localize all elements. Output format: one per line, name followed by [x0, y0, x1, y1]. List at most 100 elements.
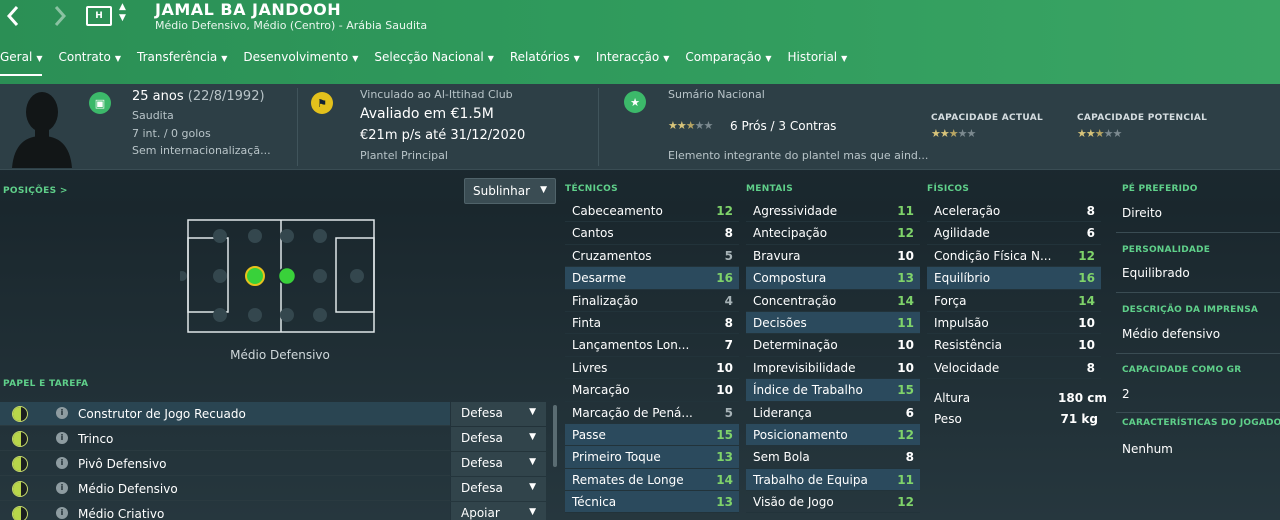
technical-attributes: Cabeceamento 12 Cantos 8 Cruzamentos 5 Desarme…: [565, 200, 739, 514]
attribute-row[interactable]: Cruzamentos 5: [565, 245, 739, 268]
attribute-row[interactable]: Finta 8: [565, 312, 739, 335]
attribute-row[interactable]: Compostura 13: [746, 267, 920, 290]
role-suitability-icon: [12, 481, 28, 497]
attribute-row[interactable]: Velocidade 8: [927, 357, 1101, 380]
club-contract-icon: ⚑: [311, 92, 333, 114]
attribute-row[interactable]: Passe 15: [565, 423, 739, 447]
attribute-name: Cabeceamento: [572, 204, 663, 218]
player-header: H ▲ ▼ JAMAL BA JANDOOH Médio Defensivo, …: [0, 0, 1280, 84]
attribute-name: Agilidade: [934, 226, 990, 241]
forward-button[interactable]: [52, 4, 68, 32]
player-traits-value: Nenhum: [1122, 442, 1173, 456]
attribute-row[interactable]: Impulsão 10: [927, 312, 1101, 335]
attribute-value: 8: [724, 315, 733, 330]
club-badge-icon[interactable]: H: [86, 6, 112, 26]
attribute-value: 8: [724, 226, 733, 241]
tab-geral[interactable]: Geral ▼: [0, 50, 43, 76]
attribute-row[interactable]: Bravura 10: [746, 245, 920, 268]
tab-historial[interactable]: Historial ▼: [788, 50, 848, 72]
tab-relatorios[interactable]: Relatórios ▼: [510, 50, 580, 72]
attribute-row[interactable]: Finalização 4: [565, 290, 739, 312]
back-button[interactable]: [5, 4, 21, 32]
attribute-row[interactable]: Decisões 11: [746, 311, 920, 335]
attribute-row[interactable]: Liderança 6: [746, 402, 920, 424]
attribute-row[interactable]: Marcação 10: [565, 379, 739, 402]
divider: [1116, 412, 1280, 413]
attribute-row[interactable]: Posicionamento 12: [746, 423, 920, 447]
personality-value: Equilibrado: [1122, 266, 1190, 280]
duty-dropdown[interactable]: Defesa ▼: [450, 402, 546, 426]
weight-label: Peso: [934, 412, 962, 426]
position-dot: [248, 229, 262, 243]
attribute-row[interactable]: Determinação 10: [746, 334, 920, 357]
chevron-down-icon[interactable]: ▼: [119, 13, 126, 24]
attribute-row[interactable]: Agilidade 6: [927, 222, 1101, 245]
duty-dropdown[interactable]: Apoiar ▼: [450, 502, 546, 520]
attribute-name: Decisões: [753, 315, 807, 330]
attribute-row[interactable]: Remates de Longe 14: [565, 468, 739, 492]
attribute-row[interactable]: Agressividade 11: [746, 200, 920, 223]
attribute-row[interactable]: Resistência 10: [927, 334, 1101, 357]
player-silhouette-icon[interactable]: [8, 86, 76, 168]
attribute-row[interactable]: Concentração 14: [746, 290, 920, 312]
attribute-name: Trabalho de Equipa: [753, 472, 868, 487]
attribute-row[interactable]: Primeiro Toque 13: [565, 446, 739, 469]
position-dot-dm-selected[interactable]: [245, 266, 265, 286]
role-row[interactable]: i Médio Criativo Apoiar ▼: [0, 502, 546, 520]
tab-label: Historial: [787, 50, 838, 64]
media-description-label: DESCRIÇÃO DA IMPRENSA: [1122, 305, 1259, 315]
attribute-value: 10: [897, 360, 914, 375]
attribute-row[interactable]: Condição Física N... 12: [927, 245, 1101, 268]
duty-dropdown[interactable]: Defesa ▼: [450, 477, 546, 501]
attribute-row[interactable]: Antecipação 12: [746, 222, 920, 245]
tab-seleccao-nacional[interactable]: Selecção Nacional ▼: [374, 50, 493, 72]
info-icon[interactable]: i: [56, 482, 68, 494]
attribute-row[interactable]: Equilíbrio 16: [927, 267, 1101, 290]
attribute-row[interactable]: Força 14: [927, 290, 1101, 312]
roles-scrollbar[interactable]: [553, 405, 557, 467]
highlight-dropdown[interactable]: Sublinhar ▼: [464, 178, 556, 204]
attribute-row[interactable]: Cantos 8: [565, 222, 739, 245]
attribute-row[interactable]: Sem Bola 8: [746, 446, 920, 469]
attribute-value: 5: [724, 405, 733, 420]
attribute-row[interactable]: Índice de Trabalho 15: [746, 379, 920, 402]
attribute-row[interactable]: Lançamentos Lon... 7: [565, 334, 739, 357]
personality-label: PERSONALIDADE: [1122, 245, 1211, 255]
tab-interaccao[interactable]: Interacção ▼: [596, 50, 670, 72]
info-icon[interactable]: i: [56, 457, 68, 469]
attribute-row[interactable]: Cabeceamento 12: [565, 200, 739, 223]
role-row[interactable]: i Médio Defensivo Defesa ▼: [0, 477, 546, 501]
info-icon[interactable]: i: [56, 407, 68, 419]
position-dot-mc[interactable]: [277, 266, 297, 286]
attribute-row[interactable]: Desarme 16: [565, 267, 739, 290]
attribute-row[interactable]: Livres 10: [565, 357, 739, 380]
tab-transferencia[interactable]: Transferência ▼: [137, 50, 227, 72]
role-row[interactable]: i Pivô Defensivo Defesa ▼: [0, 452, 546, 476]
tab-contrato[interactable]: Contrato ▼: [58, 50, 121, 72]
attribute-row[interactable]: Imprevisibilidade 10: [746, 357, 920, 380]
attribute-name: Posicionamento: [753, 427, 848, 442]
role-row[interactable]: i Construtor de Jogo Recuado Defesa ▼: [0, 402, 546, 426]
attribute-row[interactable]: Técnica 13: [565, 491, 739, 514]
duty-dropdown[interactable]: Defesa ▼: [450, 427, 546, 451]
tab-desenvolvimento[interactable]: Desenvolvimento ▼: [243, 50, 358, 72]
attribute-value: 7: [724, 338, 733, 353]
info-icon[interactable]: i: [56, 507, 68, 519]
positions-link[interactable]: POSIÇÕES >: [3, 186, 68, 196]
info-icon[interactable]: i: [56, 432, 68, 444]
attribute-row[interactable]: Marcação de Pená... 5: [565, 402, 739, 424]
chevron-up-icon[interactable]: ▲: [119, 2, 126, 13]
player-age: 25 anos (22/8/1992): [132, 89, 265, 104]
position-dot: [248, 308, 262, 322]
role-row[interactable]: i Trinco Defesa ▼: [0, 427, 546, 451]
attribute-row[interactable]: Aceleração 8: [927, 200, 1101, 223]
attribute-row[interactable]: Visão de Jogo 12: [746, 491, 920, 514]
duty-dropdown[interactable]: Defesa ▼: [450, 452, 546, 476]
attribute-name: Compostura: [753, 271, 827, 286]
attribute-name: Desarme: [572, 271, 627, 286]
attribute-value: 13: [897, 271, 914, 286]
tab-comparacao[interactable]: Comparação ▼: [685, 50, 771, 72]
attribute-row[interactable]: Trabalho de Equipa 11: [746, 468, 920, 492]
role-name: Médio Defensivo: [78, 482, 178, 496]
player-switch-arrows[interactable]: ▲ ▼: [119, 2, 126, 24]
